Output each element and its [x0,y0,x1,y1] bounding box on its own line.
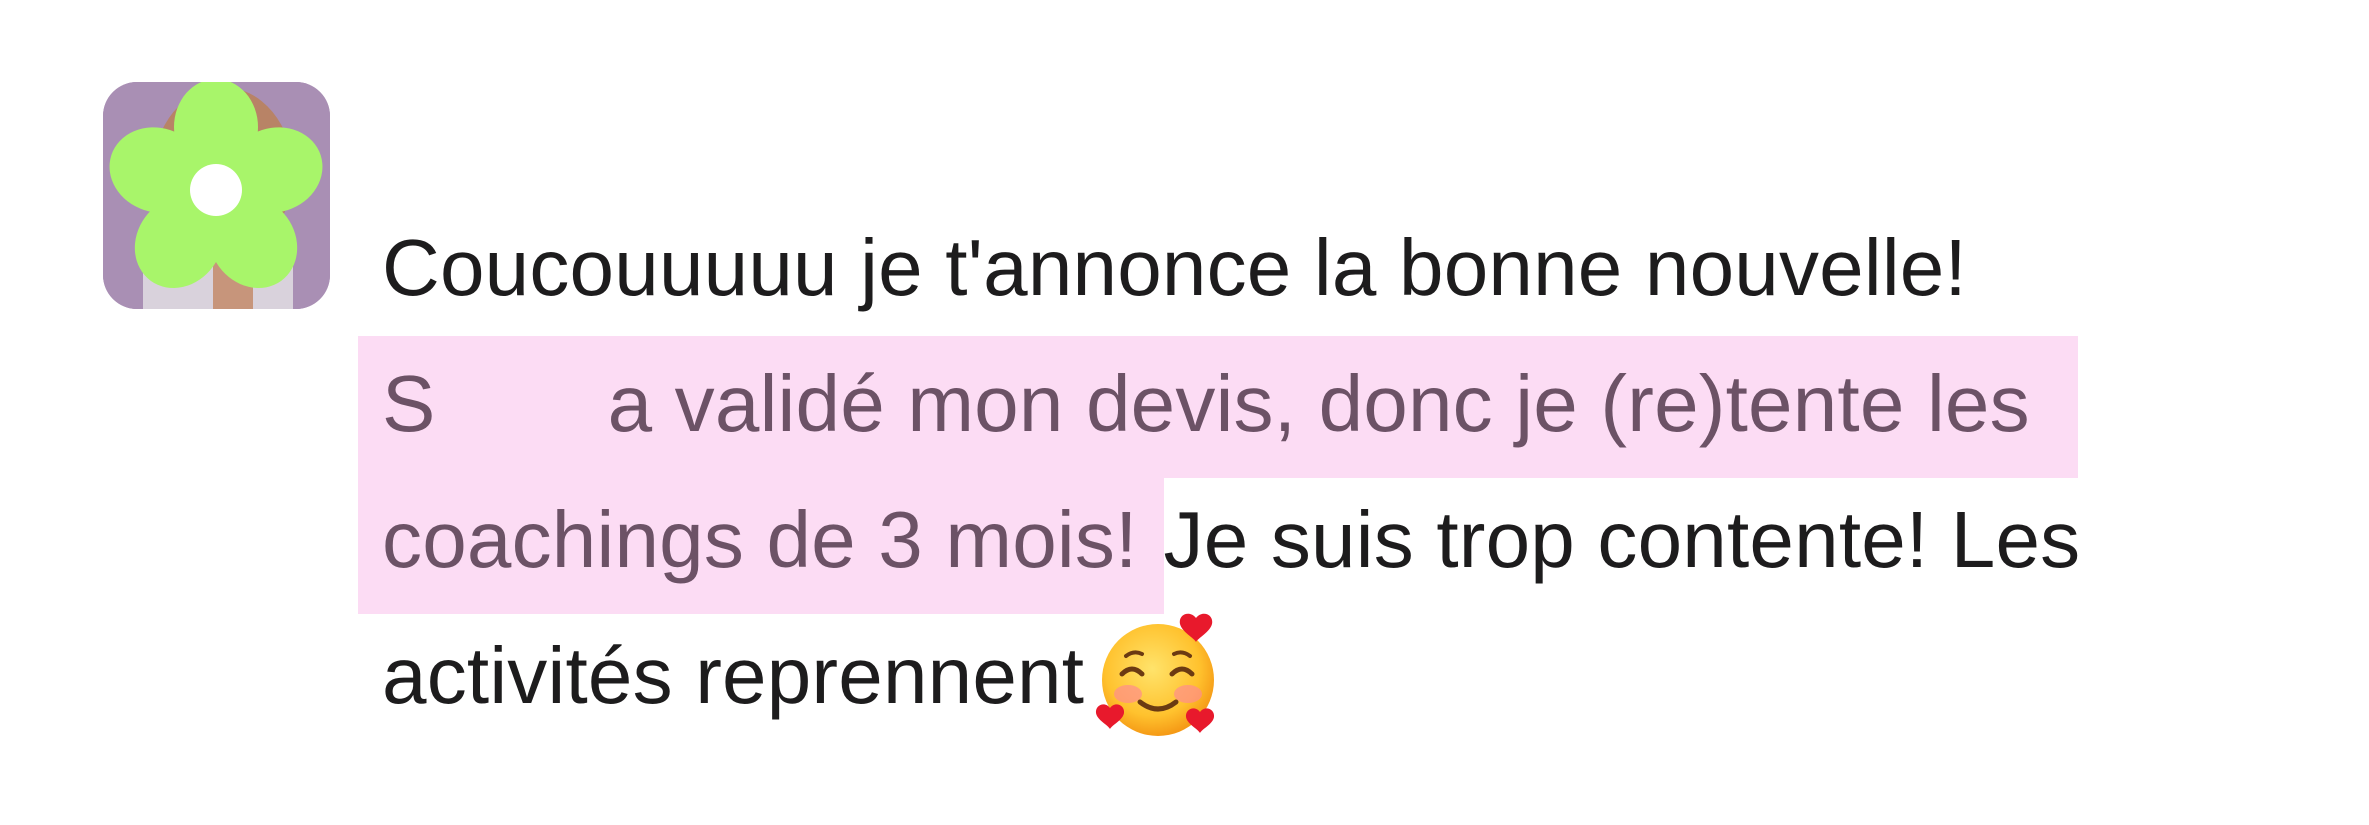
message-text-line-2-start: S [382,359,436,448]
message-line-1: Coucouuuuu je t'annonce la bonne nouvell… [382,200,2332,336]
message-body: Coucouuuuu je t'annonce la bonne nouvell… [358,200,2332,744]
highlighted-text: Sa validé mon devis, donc je (re)tente l… [358,336,2078,478]
message-text-line-2-rest: a validé mon devis, donc je (re)tente le… [607,359,2030,448]
chat-message: Coucouuuuu je t'annonce la bonne nouvell… [0,0,2369,825]
smiling-face-with-hearts-icon [1092,608,1228,744]
message-text-line-3-rest: Je suis trop contente! Les [1163,495,2081,584]
message-text-line-4: activités reprennent [382,631,1085,720]
message-line-2: Sa validé mon devis, donc je (re)tente l… [358,336,2332,478]
avatar[interactable] [103,82,330,309]
flower-redaction-icon [103,82,330,309]
message-line-4: activités reprennent [382,608,2332,744]
message-text-line-1: Coucouuuuu je t'annonce la bonne nouvell… [382,223,1967,312]
message-text-line-3-highlighted: coachings de 3 mois! [382,495,1138,584]
message-line-3: coachings de 3 mois! Je suis trop content… [358,472,2332,614]
highlighted-text-continued: coachings de 3 mois! [358,472,1164,614]
